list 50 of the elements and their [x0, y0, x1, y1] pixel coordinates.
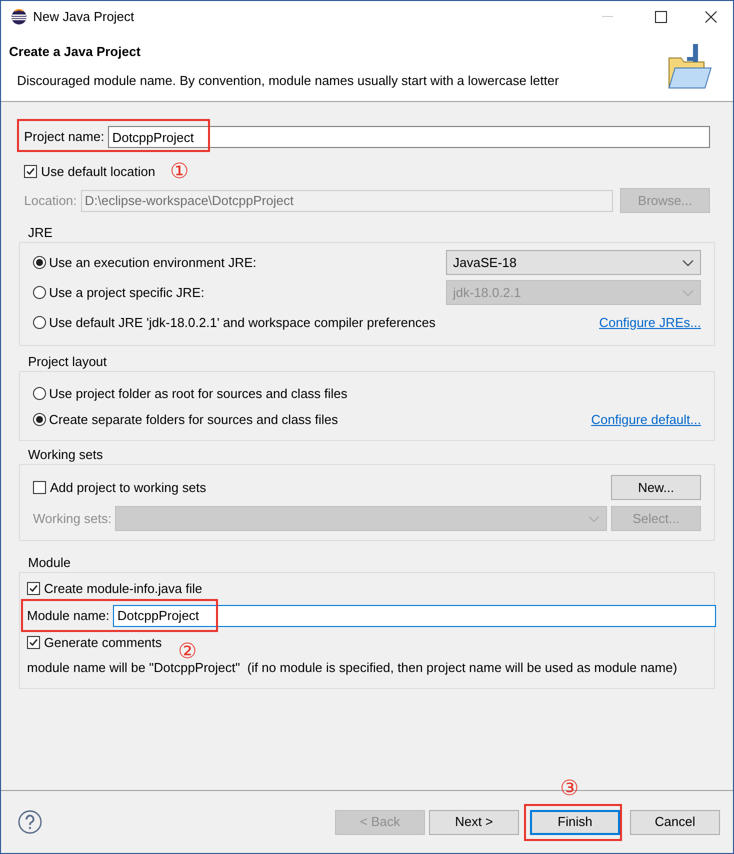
radio-label: Use project folder as root for sources and class files — [49, 384, 348, 403]
group-title: JRE — [28, 225, 54, 241]
radio-button[interactable] — [33, 286, 46, 299]
checkbox-label: Create module-info.java file — [44, 580, 202, 598]
help-icon — [18, 810, 42, 834]
group-title: Working sets — [28, 447, 104, 463]
dialog-button[interactable]: Next > — [429, 810, 519, 834]
group-title: Module — [28, 555, 72, 571]
minimize-icon — [602, 16, 613, 17]
radio-button[interactable] — [33, 316, 46, 329]
radio-label: Use a project specific JRE: — [49, 284, 204, 302]
dialog-button[interactable]: Finish — [530, 810, 620, 834]
radio-button[interactable] — [33, 413, 46, 426]
page-message: Discouraged module name. By convention, module names usually start with a lowercase letter — [17, 72, 559, 90]
caret-icon — [682, 258, 694, 266]
step-number: ③ — [560, 778, 579, 798]
checkbox-label: Generate comments — [44, 634, 162, 652]
radio-button[interactable] — [33, 387, 46, 400]
text-field[interactable]: DotcppProject — [113, 604, 716, 626]
checkbox[interactable] — [27, 582, 40, 596]
field-label: Project name: — [24, 128, 104, 146]
radio-label: Use an execution environment JRE: — [49, 254, 256, 272]
configure-link[interactable]: Configure default... — [591, 410, 701, 430]
maximize-icon — [655, 10, 667, 22]
module-note: module name will be "DotcppProject" (if no module is specified, then project name will be used as module name) — [27, 659, 678, 677]
radio-button[interactable] — [33, 256, 46, 269]
radio-label: Create separate folders for sources and class files — [49, 410, 338, 429]
page-title: Create a Java Project — [9, 43, 142, 61]
configure-link[interactable]: Configure JREs... — [599, 312, 701, 332]
checkbox[interactable] — [27, 636, 40, 649]
app-icon — [11, 8, 27, 24]
step-number: ② — [178, 641, 197, 662]
dropdown[interactable]: JavaSE-18 — [446, 250, 701, 275]
text-field[interactable]: DotcppProject — [108, 126, 710, 148]
radio-label: Use default JRE 'jdk-18.0.2.1' and workspace compiler preferences — [49, 314, 436, 332]
checkbox[interactable] — [24, 165, 37, 178]
field-label: Module name: — [27, 606, 110, 625]
step-number: ① — [170, 161, 190, 182]
field-label: Location: — [24, 192, 77, 210]
checkbox-label: Use default location — [41, 162, 156, 181]
caret-icon — [682, 288, 694, 296]
window-title: New Java Project — [33, 8, 134, 26]
checkbox[interactable] — [33, 481, 46, 494]
dialog-button[interactable]: Cancel — [630, 810, 720, 834]
close-icon — [705, 10, 717, 22]
caret-icon — [588, 514, 600, 522]
field-label: Working sets: — [33, 510, 112, 528]
group-title: Project layout — [28, 354, 108, 370]
new-button[interactable]: New... — [611, 475, 701, 500]
checkbox-label: Add project to working sets — [50, 478, 206, 497]
